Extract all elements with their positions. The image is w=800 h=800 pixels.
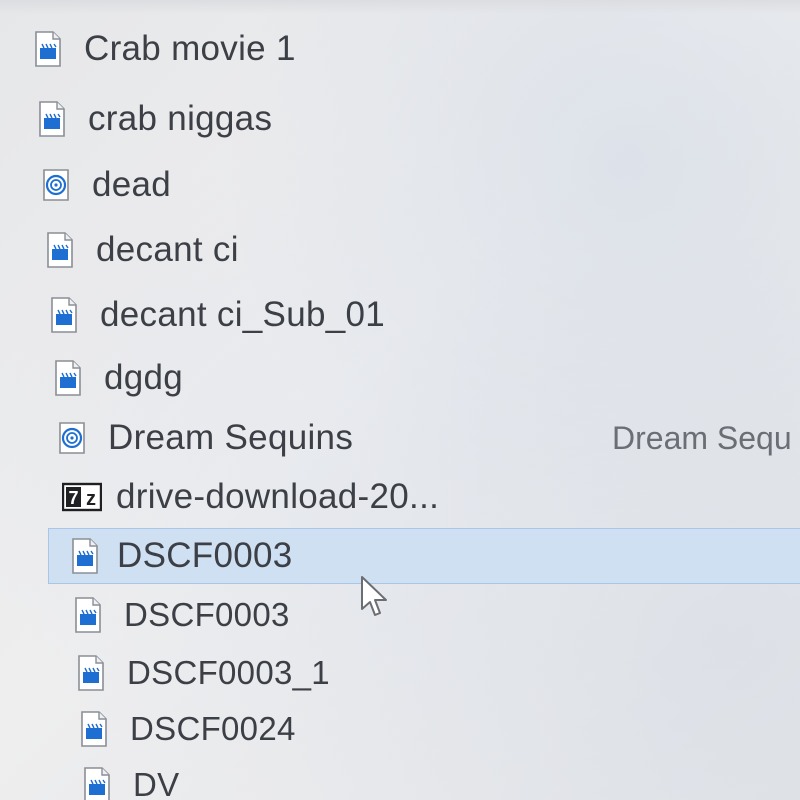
file-row-dream-sequins[interactable]: Dream Sequins Dream Sequ xyxy=(58,413,800,463)
file-explorer-view: Crab movie 1 crab niggas dead decant ci … xyxy=(0,0,800,800)
disc-image-icon xyxy=(42,167,70,203)
file-name: dead xyxy=(92,165,172,204)
file-row-dscf0024[interactable]: DSCF0024 xyxy=(80,704,800,754)
7z-archive-icon: 7z xyxy=(62,479,102,515)
file-name: decant ci xyxy=(96,230,239,269)
video-file-icon xyxy=(46,232,74,268)
file-name: drive-download-20... xyxy=(116,477,440,516)
file-name: DSCF0003 xyxy=(117,536,293,575)
file-row-drive-download[interactable]: 7z drive-download-20... xyxy=(62,472,800,522)
video-file-icon xyxy=(50,297,78,333)
file-name: DSCF0003 xyxy=(124,596,290,633)
file-row-decant-ci[interactable]: decant ci xyxy=(46,225,800,275)
video-file-icon xyxy=(74,597,102,633)
file-title-column: Dream Sequ xyxy=(612,419,792,456)
file-name: dgdg xyxy=(104,358,184,397)
video-file-icon xyxy=(34,31,62,67)
file-row-dgdg[interactable]: dgdg xyxy=(54,353,800,403)
svg-text:z: z xyxy=(86,488,96,510)
file-row-dscf0003-selected[interactable]: DSCF0003 xyxy=(48,528,800,584)
video-file-icon xyxy=(54,360,82,396)
top-edge xyxy=(0,0,800,14)
video-file-icon xyxy=(77,655,105,691)
file-row-dv[interactable]: DV xyxy=(83,760,800,800)
file-row-crab-movie-1[interactable]: Crab movie 1 xyxy=(34,24,800,74)
file-name: crab niggas xyxy=(88,99,273,138)
file-row-decant-ci-sub-01[interactable]: decant ci_Sub_01 xyxy=(50,290,800,340)
svg-text:7: 7 xyxy=(68,488,78,508)
file-name: DSCF0024 xyxy=(130,710,296,747)
disc-image-icon xyxy=(58,420,86,456)
file-name: DSCF0003_1 xyxy=(127,654,330,691)
video-file-icon xyxy=(80,711,108,747)
video-file-icon xyxy=(83,767,111,800)
video-file-icon xyxy=(71,538,99,574)
file-name: Crab movie 1 xyxy=(84,29,296,68)
mouse-pointer-icon xyxy=(361,576,387,616)
file-name: decant ci_Sub_01 xyxy=(100,295,386,334)
file-row-crab-niggas[interactable]: crab niggas xyxy=(38,94,800,144)
file-name: Dream Sequins xyxy=(108,418,354,457)
file-name: DV xyxy=(133,766,180,800)
file-row-dscf0003[interactable]: DSCF0003 xyxy=(74,590,800,640)
file-row-dscf0003-1[interactable]: DSCF0003_1 xyxy=(77,648,800,698)
file-row-dead[interactable]: dead xyxy=(42,160,800,210)
video-file-icon xyxy=(38,101,66,137)
